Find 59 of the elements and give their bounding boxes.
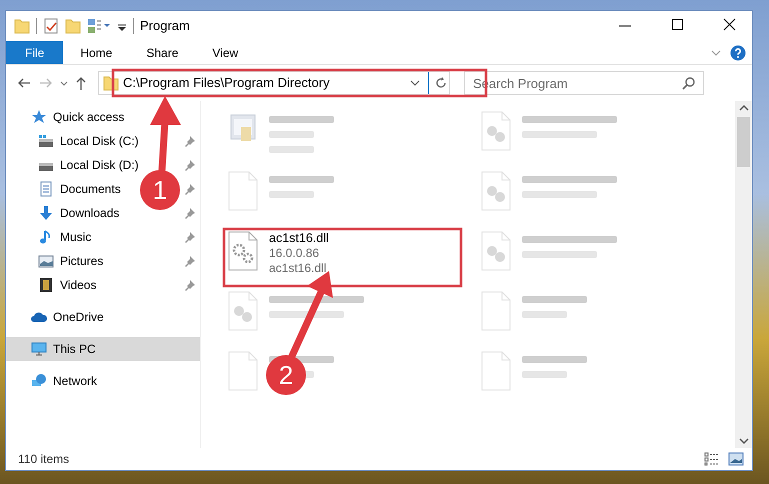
step-marker	[140, 170, 180, 210]
file-name[interactable]: ac1st16.dll	[269, 231, 329, 246]
blurred-text-bar	[269, 131, 314, 138]
sidebar-item[interactable]: Pictures	[60, 252, 104, 270]
properties-icon[interactable]	[43, 18, 59, 34]
sidebar-item[interactable]: Documents	[60, 180, 121, 198]
address-path: C:\Program Files\Program Directory	[123, 74, 330, 92]
blurred-text-bar	[269, 176, 334, 183]
pin-icon[interactable]	[184, 159, 196, 171]
sidebar-item[interactable]: Music	[60, 228, 92, 246]
new-folder-icon[interactable]	[65, 18, 81, 34]
step-number: 1	[152, 175, 168, 205]
star-icon	[31, 109, 47, 125]
blurred-text-bar	[269, 191, 314, 198]
sidebar-item[interactable]: Videos	[60, 276, 96, 294]
download-arrow-icon	[38, 205, 54, 221]
sidebar-item[interactable]: Downloads	[60, 204, 120, 222]
sidebar-item[interactable]: Local Disk (C:)	[60, 132, 139, 150]
blurred-text-bar	[269, 116, 334, 123]
picture-icon	[38, 253, 54, 269]
sidebar-item[interactable]: OneDrive	[53, 308, 104, 326]
pin-icon[interactable]	[184, 255, 196, 267]
pin-icon[interactable]	[184, 135, 196, 147]
item-count: 110 items	[18, 451, 70, 468]
blurred-text-bar	[522, 311, 567, 318]
document-icon	[38, 181, 54, 197]
help-icon[interactable]	[730, 45, 746, 61]
sidebar-item[interactable]: Quick access	[53, 108, 124, 126]
sidebar-item[interactable]: Local Disk (D:)	[60, 156, 139, 174]
film-strip-icon	[38, 277, 54, 293]
address-bar[interactable]: C:\Program Files\Program Directory	[98, 71, 450, 95]
sidebar-item[interactable]: This PC	[53, 340, 96, 358]
blurred-text-bar	[522, 296, 587, 303]
large-icons-view-icon[interactable]	[728, 452, 744, 466]
ribbon-tab[interactable]: Home	[63, 41, 130, 64]
blurred-text-bar	[522, 356, 587, 363]
blurred-text-bar	[269, 146, 314, 153]
blurred-text-bar	[522, 371, 567, 378]
pin-icon[interactable]	[184, 279, 196, 291]
network-icon	[31, 373, 47, 389]
pin-icon[interactable]	[184, 231, 196, 243]
window-title: Program	[140, 17, 191, 36]
pin-icon[interactable]	[184, 183, 196, 195]
view-dropdown-icon[interactable]	[87, 18, 111, 34]
details-view-icon[interactable]	[704, 452, 720, 466]
file-detail: 16.0.0.86	[269, 246, 320, 261]
folder-icon[interactable]	[14, 18, 30, 34]
scrollbar-thumb[interactable]	[737, 117, 750, 167]
ribbon-tab[interactable]: Share	[129, 41, 196, 64]
drive-icon	[38, 133, 54, 149]
step-marker	[266, 355, 306, 395]
ribbon-tab[interactable]: View	[195, 41, 256, 64]
file-menu-tab[interactable]: File	[6, 41, 64, 64]
monitor-icon	[31, 341, 47, 357]
file-detail: ac1st16.dll	[269, 261, 328, 276]
sidebar-item[interactable]: Network	[53, 372, 98, 390]
up-arrow-icon[interactable]	[74, 75, 88, 91]
pin-icon[interactable]	[184, 207, 196, 219]
step-number: 2	[278, 360, 294, 390]
